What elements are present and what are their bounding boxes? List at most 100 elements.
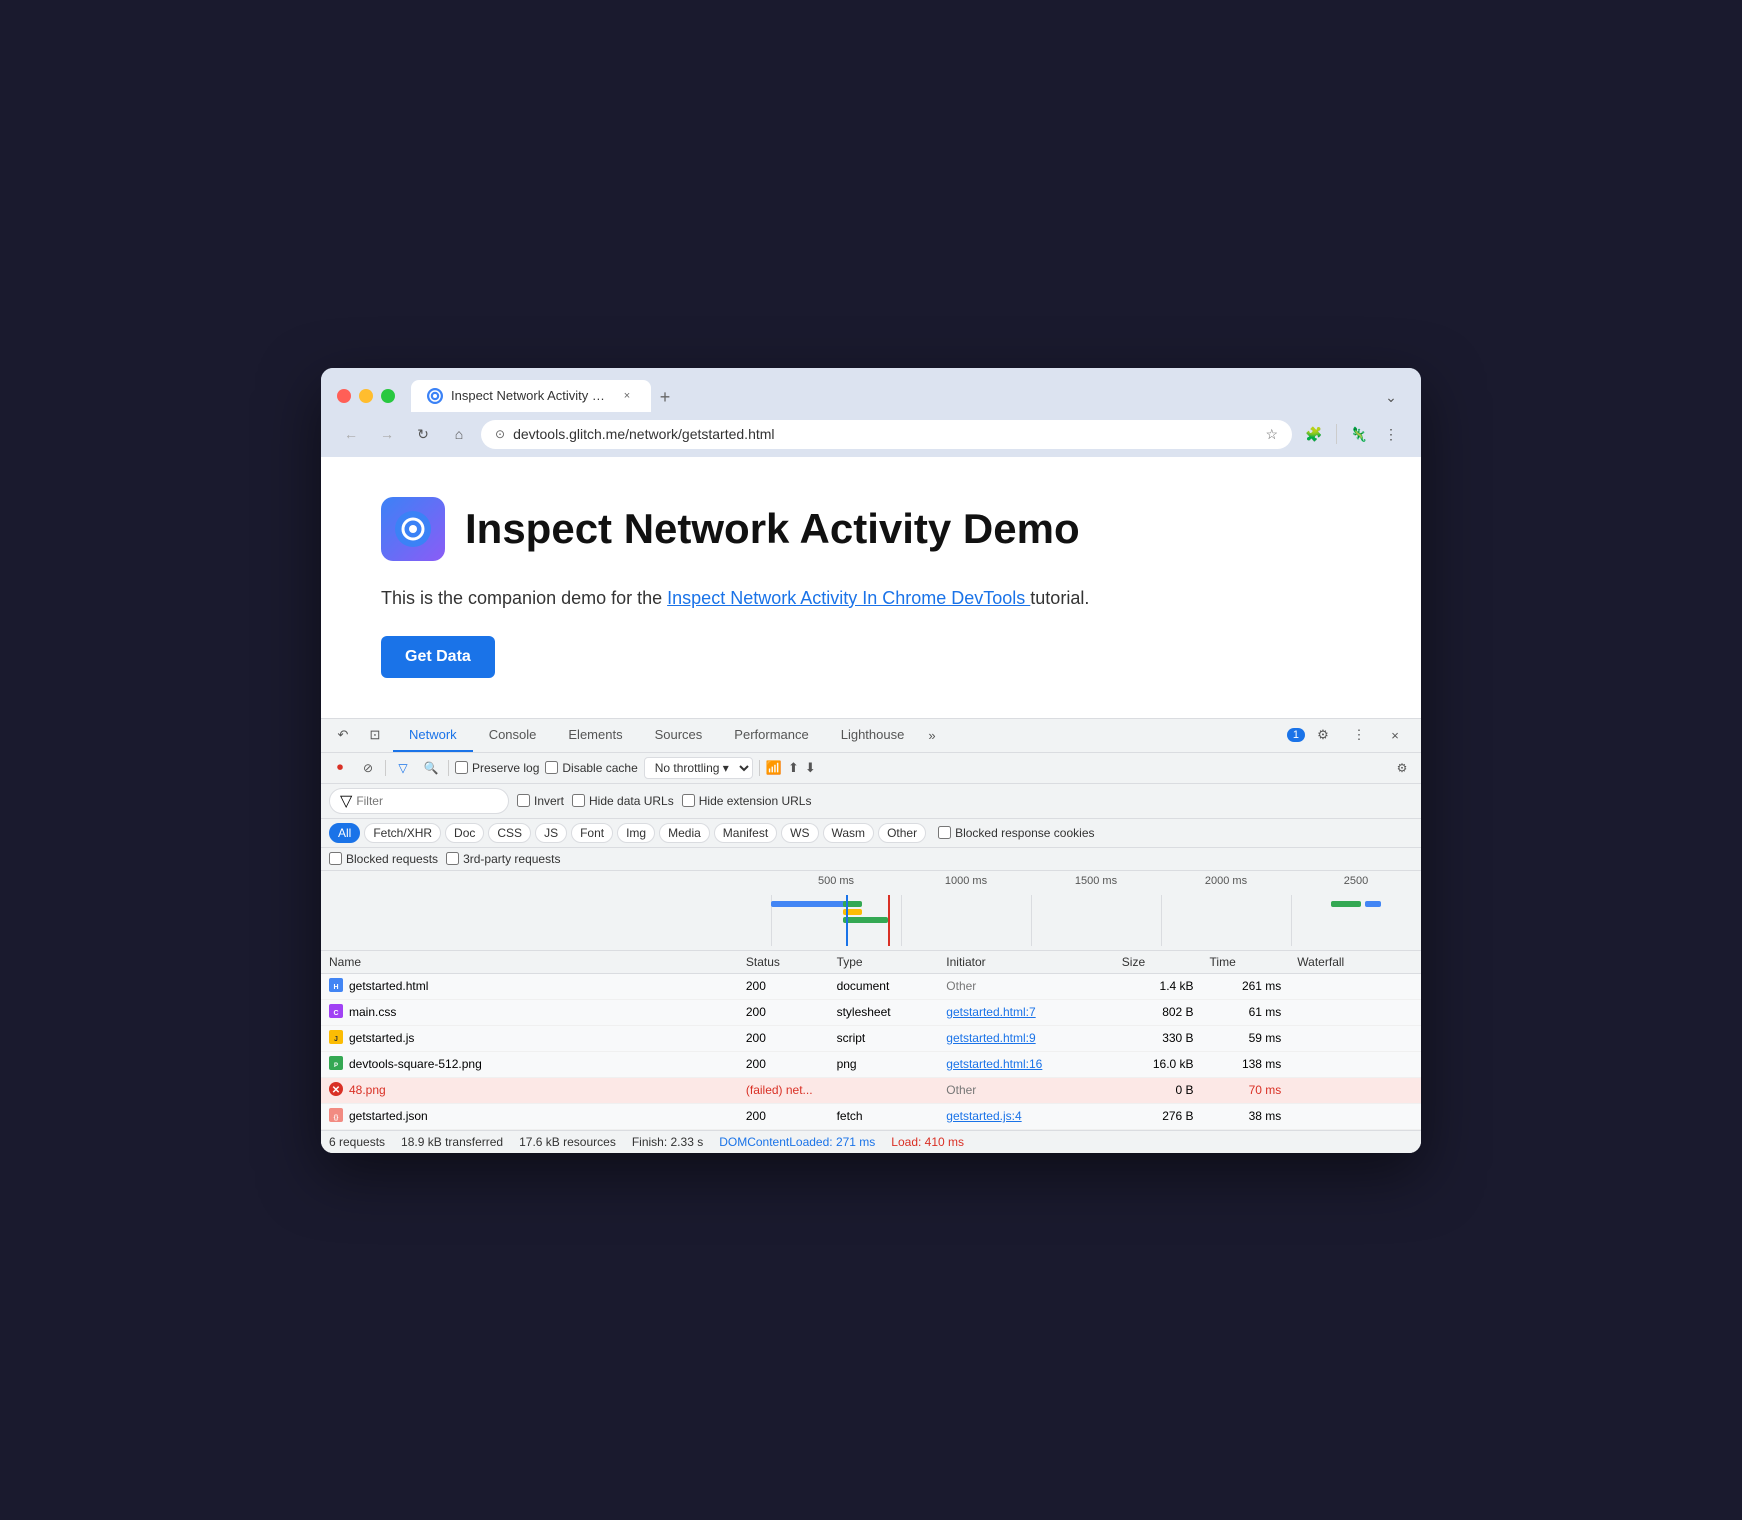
new-tab-button[interactable]: + bbox=[651, 384, 679, 412]
devtools-more-tabs-button[interactable]: » bbox=[920, 720, 943, 751]
waterfall-timeline: 500 ms 1000 ms 1500 ms 2000 ms 2500 bbox=[321, 871, 1421, 951]
table-row[interactable]: H getstarted.html 200 document Other 1.4… bbox=[321, 973, 1421, 999]
file-icon: {} bbox=[329, 1108, 343, 1125]
table-row[interactable]: {} getstarted.json 200 fetch getstarted.… bbox=[321, 1103, 1421, 1129]
tab-lighthouse[interactable]: Lighthouse bbox=[825, 719, 921, 752]
td-name: H getstarted.html bbox=[321, 973, 738, 999]
invert-checkbox[interactable] bbox=[517, 794, 530, 807]
table-row[interactable]: C main.css 200 stylesheet getstarted.htm… bbox=[321, 999, 1421, 1025]
hide-ext-urls-toggle[interactable]: Hide extension URLs bbox=[682, 794, 812, 808]
clear-log-button[interactable]: ⊘ bbox=[357, 757, 379, 779]
maximize-traffic-light[interactable] bbox=[381, 389, 395, 403]
third-party-toggle[interactable]: 3rd-party requests bbox=[446, 852, 560, 866]
type-filter-img[interactable]: Img bbox=[617, 823, 655, 843]
export-button[interactable]: ⬇ bbox=[805, 760, 816, 776]
blocked-requests-checkbox[interactable] bbox=[329, 852, 342, 865]
td-waterfall bbox=[1289, 1103, 1421, 1129]
table-row[interactable]: ✕ 48.png (failed) net... Other 0 B 70 ms bbox=[321, 1077, 1421, 1103]
extensions-icon[interactable]: 🧩 bbox=[1300, 420, 1328, 448]
type-filter-manifest[interactable]: Manifest bbox=[714, 823, 777, 843]
blocked-cookies-checkbox[interactable] bbox=[938, 826, 951, 839]
type-filter-js[interactable]: JS bbox=[535, 823, 567, 843]
forward-button[interactable]: → bbox=[373, 420, 401, 448]
bottom-filter-row: Blocked requests 3rd-party requests bbox=[321, 848, 1421, 871]
preserve-log-checkbox[interactable] bbox=[455, 761, 468, 774]
filter-input[interactable] bbox=[356, 794, 498, 808]
file-name: getstarted.js bbox=[349, 1031, 414, 1045]
wf-bar-late2 bbox=[1365, 901, 1381, 907]
table-row[interactable]: J getstarted.js 200 script getstarted.ht… bbox=[321, 1025, 1421, 1051]
traffic-lights bbox=[337, 389, 395, 403]
td-type: stylesheet bbox=[829, 999, 939, 1025]
active-tab[interactable]: Inspect Network Activity Dem × bbox=[411, 380, 651, 412]
tab-close-button[interactable]: × bbox=[619, 388, 635, 404]
type-filter-css[interactable]: CSS bbox=[488, 823, 531, 843]
get-data-button[interactable]: Get Data bbox=[381, 636, 495, 678]
hide-data-urls-toggle[interactable]: Hide data URLs bbox=[572, 794, 674, 808]
type-filter-wasm[interactable]: Wasm bbox=[823, 823, 875, 843]
tab-title: Inspect Network Activity Dem bbox=[451, 388, 611, 403]
record-button[interactable]: ⏺ bbox=[329, 757, 351, 779]
filter-input-wrap[interactable]: ▽ bbox=[329, 788, 509, 814]
filter-button[interactable]: ▽ bbox=[392, 757, 414, 779]
file-icon: H bbox=[329, 978, 343, 995]
type-filter-media[interactable]: Media bbox=[659, 823, 710, 843]
type-filter-other[interactable]: Other bbox=[878, 823, 926, 843]
td-time: 61 ms bbox=[1202, 999, 1290, 1025]
toolbar-separator bbox=[385, 760, 386, 776]
td-waterfall bbox=[1289, 1051, 1421, 1077]
hide-data-urls-checkbox[interactable] bbox=[572, 794, 585, 807]
tutorial-link[interactable]: Inspect Network Activity In Chrome DevTo… bbox=[667, 588, 1030, 608]
type-filter-doc[interactable]: Doc bbox=[445, 823, 484, 843]
preserve-log-toggle[interactable]: Preserve log bbox=[455, 761, 539, 775]
devtools-close-button[interactable]: × bbox=[1381, 721, 1409, 749]
home-button[interactable]: ⌂ bbox=[445, 420, 473, 448]
throttle-select[interactable]: No throttling ▾ bbox=[644, 757, 753, 779]
third-party-checkbox[interactable] bbox=[446, 852, 459, 865]
tab-elements[interactable]: Elements bbox=[552, 719, 638, 752]
close-traffic-light[interactable] bbox=[337, 389, 351, 403]
network-table-container[interactable]: Name Status Type Initiator Size Time Wat… bbox=[321, 951, 1421, 1130]
tab-performance[interactable]: Performance bbox=[718, 719, 824, 752]
wf-bar-late1 bbox=[1331, 901, 1361, 907]
devtools-more-button[interactable]: ⋮ bbox=[1345, 721, 1373, 749]
chrome-menu-button[interactable]: ⋮ bbox=[1377, 420, 1405, 448]
tab-sources[interactable]: Sources bbox=[639, 719, 719, 752]
table-row[interactable]: P devtools-square-512.png 200 png getsta… bbox=[321, 1051, 1421, 1077]
devtools-device-icon[interactable]: ⊡ bbox=[361, 721, 389, 749]
profile-avatar[interactable]: 🦎 bbox=[1345, 420, 1373, 448]
devtools-settings-button[interactable]: ⚙ bbox=[1309, 721, 1337, 749]
network-settings-button[interactable]: ⚙ bbox=[1391, 757, 1413, 779]
type-filter-fetch-xhr[interactable]: Fetch/XHR bbox=[364, 823, 441, 843]
hide-ext-urls-checkbox[interactable] bbox=[682, 794, 695, 807]
type-filter-font[interactable]: Font bbox=[571, 823, 613, 843]
address-bar[interactable]: ⊙ devtools.glitch.me/network/getstarted.… bbox=[481, 420, 1292, 449]
wifi-icon[interactable]: 📶 bbox=[766, 760, 782, 776]
blocked-requests-toggle[interactable]: Blocked requests bbox=[329, 852, 438, 866]
devtools-cursor-icon[interactable]: ↶ bbox=[329, 721, 357, 749]
back-button[interactable]: ← bbox=[337, 420, 365, 448]
blocked-cookies-label[interactable]: Blocked response cookies bbox=[938, 826, 1094, 840]
disable-cache-checkbox[interactable] bbox=[545, 761, 558, 774]
tab-network[interactable]: Network bbox=[393, 719, 473, 752]
tab-dropdown-button[interactable]: ⌄ bbox=[1377, 384, 1405, 412]
tab-favicon bbox=[427, 388, 443, 404]
refresh-button[interactable]: ↻ bbox=[409, 420, 437, 448]
bookmark-icon[interactable]: ☆ bbox=[1265, 426, 1278, 443]
minimize-traffic-light[interactable] bbox=[359, 389, 373, 403]
page-title: Inspect Network Activity Demo bbox=[465, 505, 1080, 553]
type-filter-ws[interactable]: WS bbox=[781, 823, 818, 843]
td-initiator[interactable]: getstarted.js:4 bbox=[938, 1103, 1114, 1129]
td-size: 276 B bbox=[1114, 1103, 1202, 1129]
td-initiator[interactable]: getstarted.html:9 bbox=[938, 1025, 1114, 1051]
browser-actions: 🧩 🦎 ⋮ bbox=[1300, 420, 1405, 448]
import-button[interactable]: ⬆ bbox=[788, 760, 799, 776]
invert-toggle[interactable]: Invert bbox=[517, 794, 564, 808]
td-initiator[interactable]: getstarted.html:7 bbox=[938, 999, 1114, 1025]
td-initiator[interactable]: getstarted.html:16 bbox=[938, 1051, 1114, 1077]
type-filter-all[interactable]: All bbox=[329, 823, 360, 843]
search-button[interactable]: 🔍 bbox=[420, 757, 442, 779]
file-name: 48.png bbox=[349, 1083, 386, 1097]
disable-cache-toggle[interactable]: Disable cache bbox=[545, 761, 637, 775]
tab-console[interactable]: Console bbox=[473, 719, 553, 752]
